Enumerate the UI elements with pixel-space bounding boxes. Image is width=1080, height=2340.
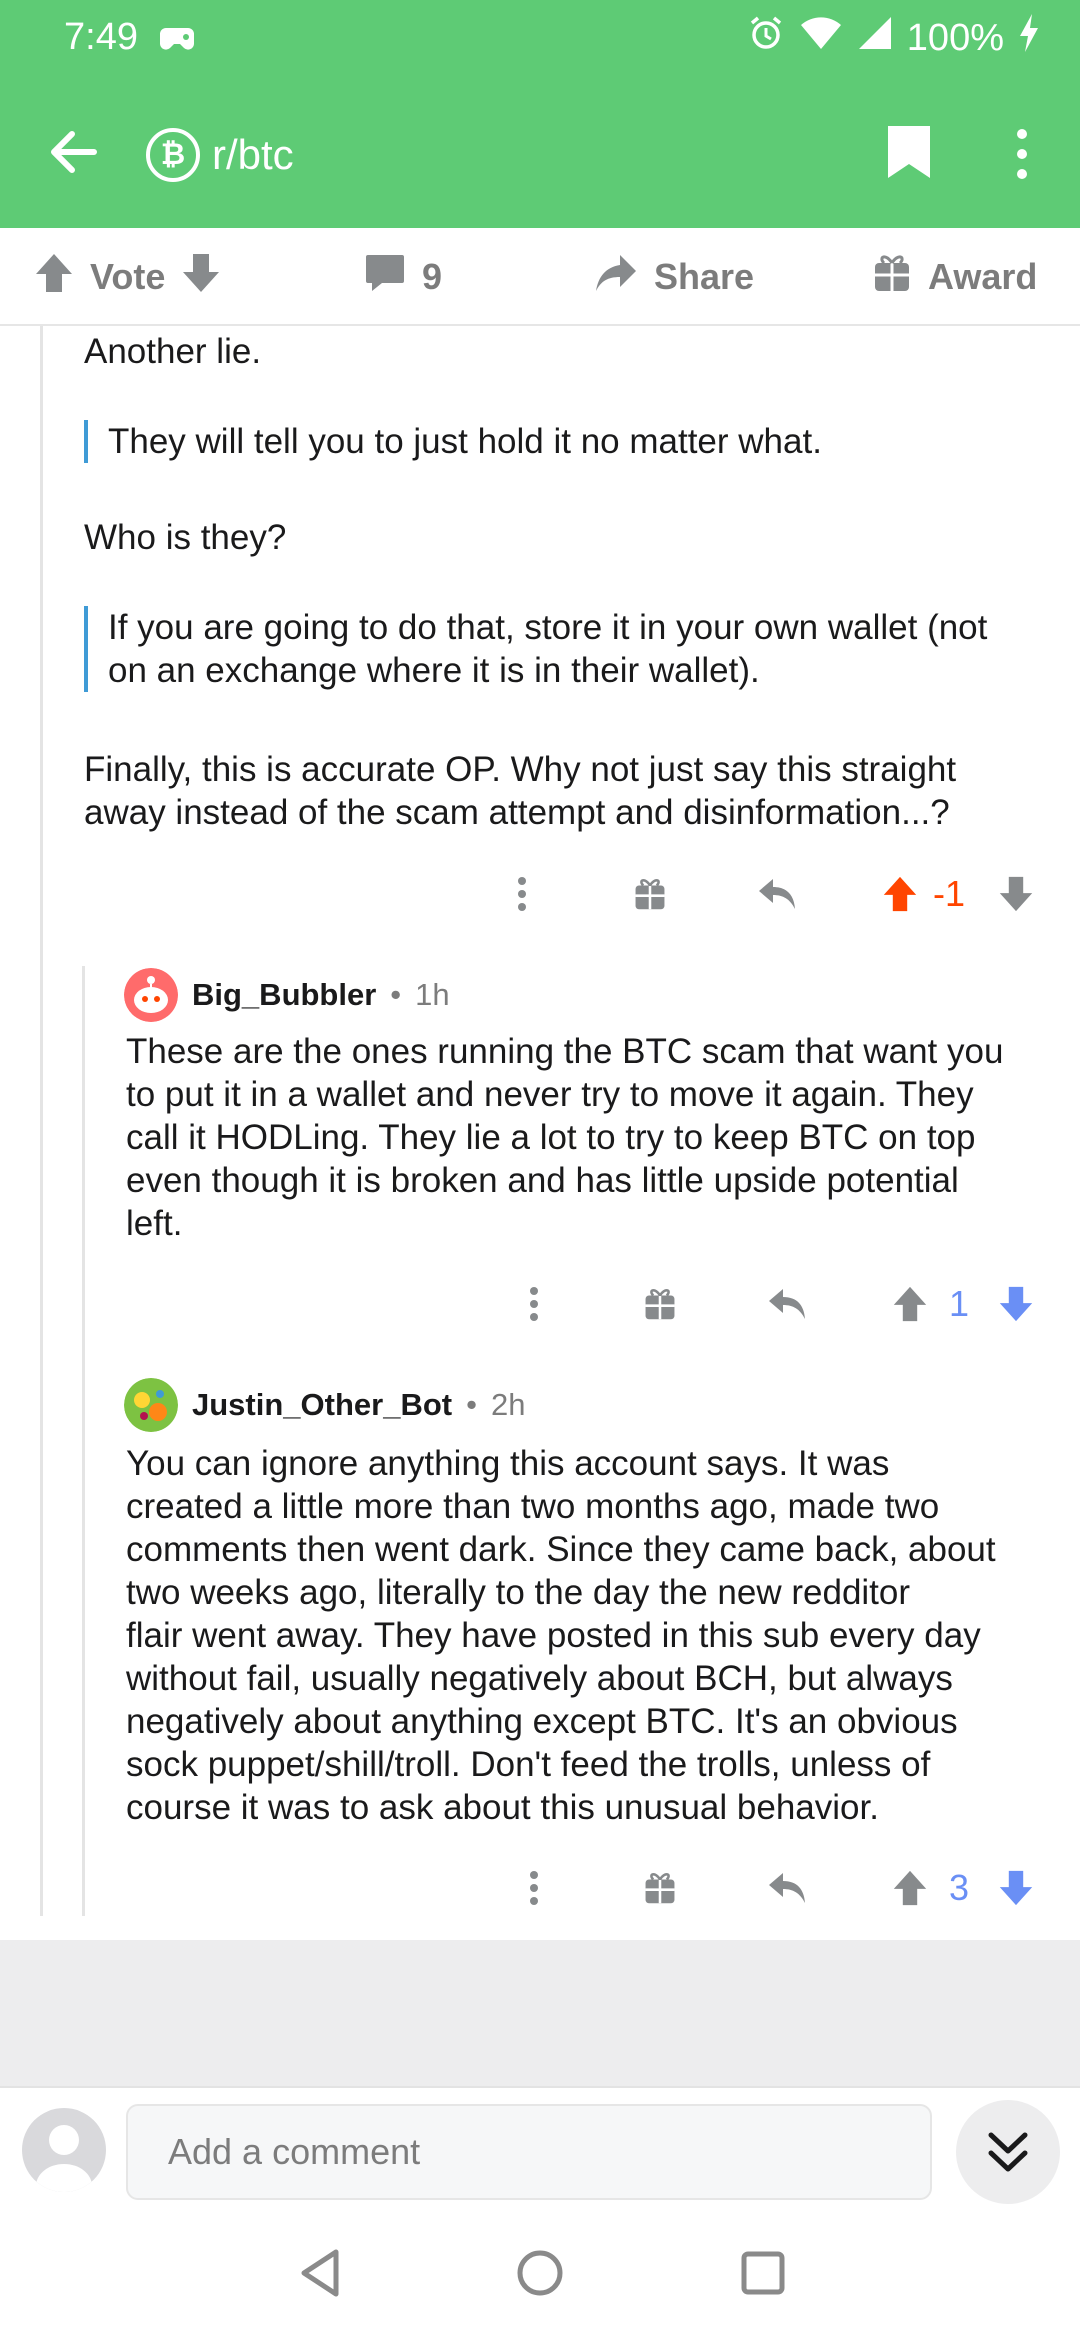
blockquote: If you are going to do that, store it in… <box>84 606 987 692</box>
comment-time: 2h <box>490 1387 526 1422</box>
more-vertical-icon[interactable] <box>510 864 534 924</box>
gift-icon[interactable] <box>640 1858 680 1918</box>
more-vertical-icon[interactable] <box>522 1274 546 1334</box>
comment-line: negatively about anything except BTC. It… <box>126 1702 958 1741</box>
battery-percent: 100% <box>906 16 1004 59</box>
wifi-icon <box>799 15 843 61</box>
upvote-icon[interactable] <box>34 252 74 303</box>
upvote-icon[interactable] <box>890 1274 930 1334</box>
comment-score: 1 <box>948 1283 970 1324</box>
comment-header: Justin_Other_Bot • 2h <box>124 1378 525 1432</box>
comment-line: away instead of the scam attempt and dis… <box>84 793 950 832</box>
comment-body: You can ignore anything this account say… <box>126 1442 996 1829</box>
comment-paragraph: Finally, this is accurate OP. Why not ju… <box>84 748 956 834</box>
separator-dot: • <box>390 977 402 1012</box>
bookmark-icon[interactable] <box>886 124 932 185</box>
double-chevron-down-icon <box>988 2132 1028 2172</box>
share-arrow-icon <box>594 253 638 302</box>
comment-line: to put it in a wallet and never try to m… <box>126 1075 974 1114</box>
status-time: 7:49 <box>64 16 138 58</box>
comment-author[interactable]: Big_Bubbler <box>192 977 376 1013</box>
comment-line: course it was to ask about this unusual … <box>126 1788 879 1827</box>
award-button[interactable]: Award <box>872 228 1037 326</box>
comment-count: 9 <box>422 256 443 297</box>
comment-score: -1 <box>932 873 965 914</box>
comment-time: 1h <box>415 977 450 1012</box>
alarm-icon <box>747 14 785 62</box>
comment-line: two weeks ago, literally to the day the … <box>126 1573 911 1612</box>
charging-icon <box>1018 14 1040 62</box>
avatar[interactable] <box>124 968 178 1022</box>
status-bar: 7:49 100% <box>0 0 1080 78</box>
add-comment-input[interactable]: Add a comment <box>126 2104 932 2200</box>
upvote-icon[interactable] <box>890 1858 930 1918</box>
thread-line-level-1[interactable] <box>40 326 43 1916</box>
vote-label: Vote <box>90 256 166 297</box>
comment-line: flair went away. They have posted in thi… <box>126 1616 981 1655</box>
status-icons: 100% <box>747 14 1040 62</box>
system-navigation-bar <box>0 2214 1080 2340</box>
gift-icon[interactable] <box>630 864 670 924</box>
comment-line: Finally, this is accurate OP. Why not ju… <box>84 750 957 789</box>
more-vertical-icon[interactable] <box>1006 126 1038 187</box>
separator-dot: • <box>466 1387 477 1422</box>
comment-composer: Add a comment <box>0 2086 1080 2214</box>
comment-line: These are the ones running the BTC scam … <box>126 1032 1004 1071</box>
reply-icon[interactable] <box>764 1858 810 1918</box>
comment-header: Big_Bubbler • 1h <box>124 968 450 1022</box>
comment-line: You can ignore anything this account say… <box>126 1444 890 1483</box>
comment-line: without fail, usually negatively about B… <box>126 1659 953 1698</box>
nav-recents-icon[interactable] <box>740 2248 786 2303</box>
back-arrow-icon[interactable] <box>46 124 102 180</box>
comment-line: even though it is broken and has little … <box>126 1161 959 1200</box>
gift-icon[interactable] <box>640 1274 680 1334</box>
comment-score: 3 <box>948 1867 970 1908</box>
nav-home-icon[interactable] <box>516 2248 564 2303</box>
downvote-icon[interactable] <box>996 1274 1036 1334</box>
comment-actions: 1 <box>480 1274 1080 1334</box>
comment-author[interactable]: Justin_Other_Bot <box>192 1387 452 1423</box>
thread-line-level-2[interactable] <box>82 966 85 1916</box>
comment-line: comments then went dark. Since they came… <box>126 1530 996 1569</box>
user-avatar-icon[interactable] <box>22 2108 106 2192</box>
thread-end-area <box>0 1940 1080 2086</box>
reply-icon[interactable] <box>754 864 800 924</box>
share-button[interactable]: Share <box>594 228 754 326</box>
upvote-icon[interactable] <box>880 864 920 924</box>
bitcoin-icon[interactable]: ₿ <box>146 128 200 182</box>
downvote-icon[interactable] <box>181 252 221 303</box>
more-vertical-icon[interactable] <box>522 1858 546 1918</box>
comment-line: sock puppet/shill/troll. Don't feed the … <box>126 1745 931 1784</box>
comment-bubble-icon <box>364 253 406 302</box>
blockquote-line: If you are going to do that, store it in… <box>108 608 988 647</box>
subreddit-name[interactable]: r/btc <box>212 128 294 182</box>
avatar[interactable] <box>124 1378 178 1432</box>
app-bar: ₿ r/btc <box>0 78 1080 228</box>
vote-group: Vote <box>34 228 221 326</box>
comment-actions: -1 <box>470 864 1070 924</box>
downvote-icon[interactable] <box>996 1858 1036 1918</box>
reply-icon[interactable] <box>764 1274 810 1334</box>
blockquote-line: on an exchange where it is in their wall… <box>108 651 760 690</box>
post-action-bar: Vote 9 Share Award <box>0 228 1080 326</box>
comment-line: created a little more than two months ag… <box>126 1487 940 1526</box>
signal-icon <box>857 15 893 61</box>
downvote-icon[interactable] <box>996 864 1036 924</box>
gift-icon <box>872 253 912 302</box>
share-label: Share <box>654 256 755 297</box>
comment-actions: 3 <box>480 1858 1080 1918</box>
award-label: Award <box>928 256 1038 297</box>
comment-line: call it HODLing. They lie a lot to try t… <box>126 1118 976 1157</box>
comment-body: These are the ones running the BTC scam … <box>126 1030 1003 1245</box>
game-controller-icon <box>158 22 200 61</box>
comment-paragraph: Another lie. <box>84 332 262 371</box>
comments-button[interactable]: 9 <box>364 228 442 326</box>
comment-paragraph: Who is they? <box>84 518 287 557</box>
comment-line: left. <box>126 1204 183 1243</box>
blockquote: They will tell you to just hold it no ma… <box>84 420 822 463</box>
nav-back-icon[interactable] <box>298 2248 342 2303</box>
jump-to-next-button[interactable] <box>956 2100 1060 2204</box>
